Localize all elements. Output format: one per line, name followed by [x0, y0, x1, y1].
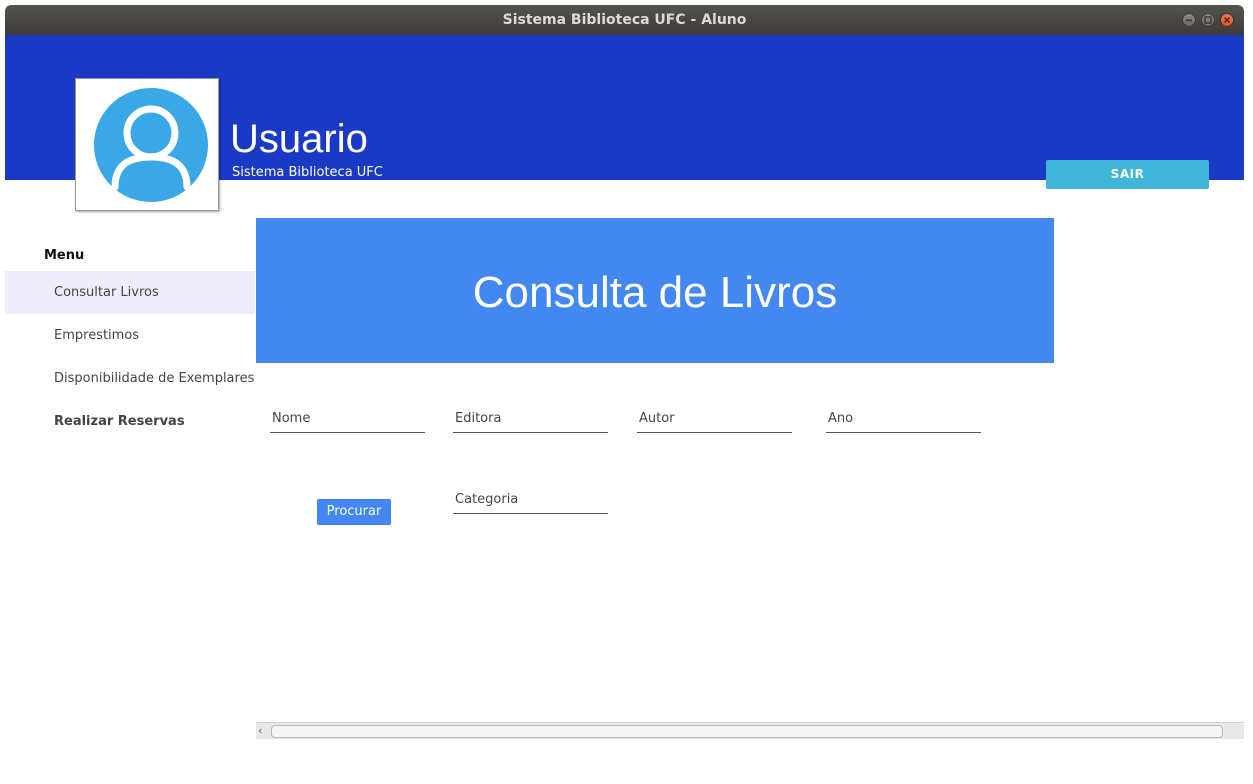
title-bar[interactable]: Sistema Biblioteca UFC - Aluno: [5, 5, 1244, 35]
menu-item-realizar-reservas[interactable]: Realizar Reservas: [5, 400, 255, 443]
minimize-icon: [1186, 19, 1192, 22]
categoria-field: [453, 487, 608, 514]
close-icon: [1223, 16, 1231, 24]
page-banner: Consulta de Livros: [256, 218, 1054, 363]
menu-item-consultar-livros[interactable]: Consultar Livros: [5, 271, 255, 314]
editora-input[interactable]: [453, 406, 608, 430]
nome-field: [270, 406, 425, 433]
logout-button[interactable]: SAIR: [1046, 160, 1209, 189]
editora-field: [453, 406, 608, 433]
user-name: Usuario: [230, 117, 368, 161]
menu-title: Menu: [44, 248, 85, 263]
menu-item-disponibilidade[interactable]: Disponibilidade de Exemplares: [5, 357, 255, 400]
ano-input[interactable]: [826, 406, 981, 430]
window-title: Sistema Biblioteca UFC - Aluno: [502, 12, 747, 28]
horizontal-scrollbar[interactable]: ‹: [256, 722, 1244, 739]
autor-field: [637, 406, 792, 433]
scrollbar-thumb[interactable]: [271, 725, 1223, 738]
scroll-left-icon[interactable]: ‹: [258, 724, 270, 738]
menu-item-emprestimos[interactable]: Emprestimos: [5, 314, 255, 357]
close-button[interactable]: [1220, 13, 1234, 27]
page-title: Consulta de Livros: [472, 268, 838, 317]
app-subtitle: Sistema Biblioteca UFC: [232, 165, 383, 180]
avatar: [75, 78, 219, 211]
maximize-button[interactable]: [1201, 13, 1215, 27]
ano-field: [826, 406, 981, 433]
user-avatar-icon: [94, 88, 208, 202]
autor-input[interactable]: [637, 406, 792, 430]
maximize-icon: [1204, 16, 1212, 24]
search-button[interactable]: Procurar: [317, 499, 391, 525]
app-window: Sistema Biblioteca UFC - Aluno Usuario S…: [5, 5, 1244, 745]
nome-input[interactable]: [270, 406, 425, 430]
minimize-button[interactable]: [1182, 13, 1196, 27]
categoria-input[interactable]: [453, 487, 608, 511]
